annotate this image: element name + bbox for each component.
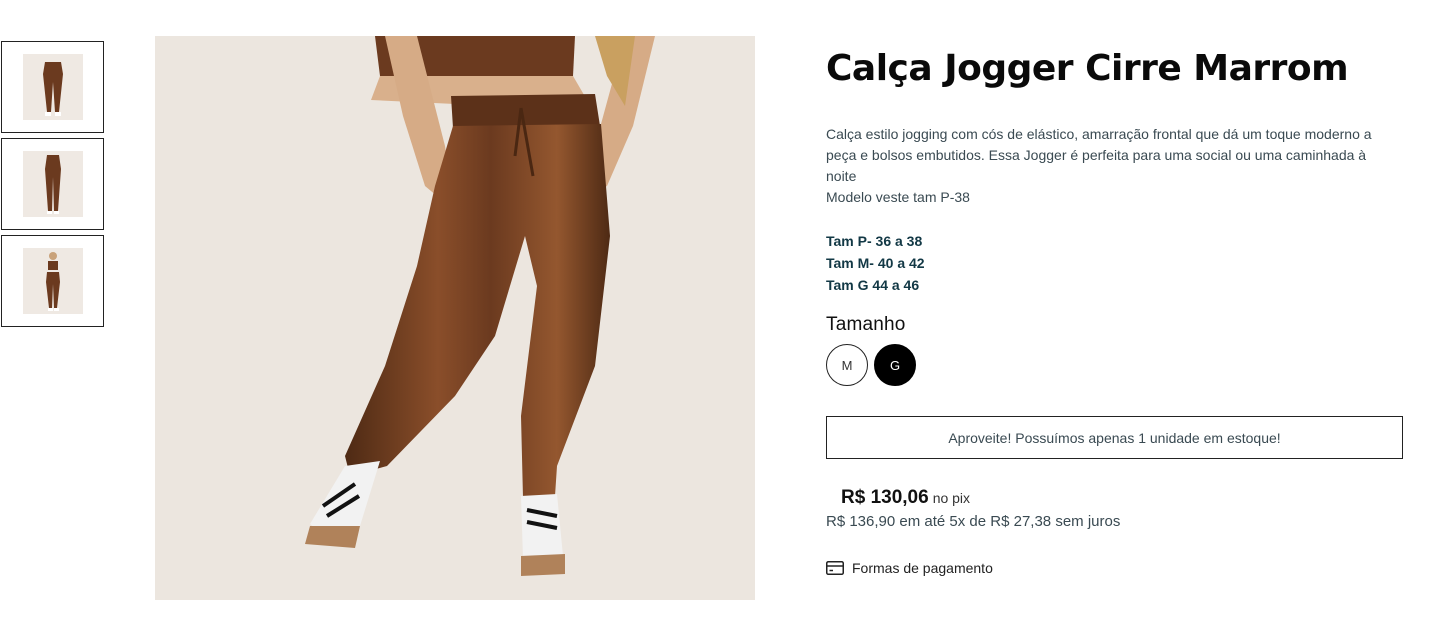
thumbnail-image bbox=[22, 54, 83, 120]
thumbnail-image bbox=[22, 248, 83, 314]
credit-card-icon bbox=[826, 561, 844, 575]
size-guide-row: Tam G 44 a 46 bbox=[826, 277, 920, 293]
size-option-g[interactable]: G bbox=[874, 344, 916, 386]
product-main-image[interactable] bbox=[155, 36, 755, 600]
description-model-note: Modelo veste tam P-38 bbox=[826, 189, 970, 205]
payment-methods-label: Formas de pagamento bbox=[852, 560, 993, 576]
pix-price: R$ 130,06 bbox=[841, 487, 929, 508]
size-selector: M G bbox=[826, 344, 1406, 386]
stock-alert: Aproveite! Possuímos apenas 1 unidade em… bbox=[826, 416, 1403, 459]
description-paragraph: Calça estilo jogging com cós de elástico… bbox=[826, 126, 1372, 184]
price-row: R$ 130,06 no pix bbox=[841, 487, 1406, 509]
thumbnail-gallery bbox=[1, 41, 104, 332]
installments-text: R$ 136,90 em até 5x de R$ 27,38 sem juro… bbox=[826, 513, 1121, 530]
thumbnail-1[interactable] bbox=[1, 41, 104, 133]
product-info: Calça Jogger Cirre Marrom Calça estilo j… bbox=[826, 46, 1406, 576]
thumbnail-image bbox=[22, 151, 83, 217]
size-option-m[interactable]: M bbox=[826, 344, 868, 386]
payment-methods-link[interactable]: Formas de pagamento bbox=[826, 560, 1406, 576]
size-guide-row: Tam P- 36 a 38 bbox=[826, 233, 923, 249]
size-guide-row: Tam M- 40 a 42 bbox=[826, 255, 925, 271]
pix-label: no pix bbox=[932, 490, 971, 506]
size-selector-label: Tamanho bbox=[826, 314, 906, 335]
thumbnail-2[interactable] bbox=[1, 138, 104, 230]
thumbnail-3[interactable] bbox=[1, 235, 104, 327]
product-description: Calça estilo jogging com cós de elástico… bbox=[826, 124, 1386, 208]
product-title: Calça Jogger Cirre Marrom bbox=[826, 48, 1349, 89]
size-guide: Tam P- 36 a 38 Tam M- 40 a 42 Tam G 44 a… bbox=[826, 230, 1406, 296]
